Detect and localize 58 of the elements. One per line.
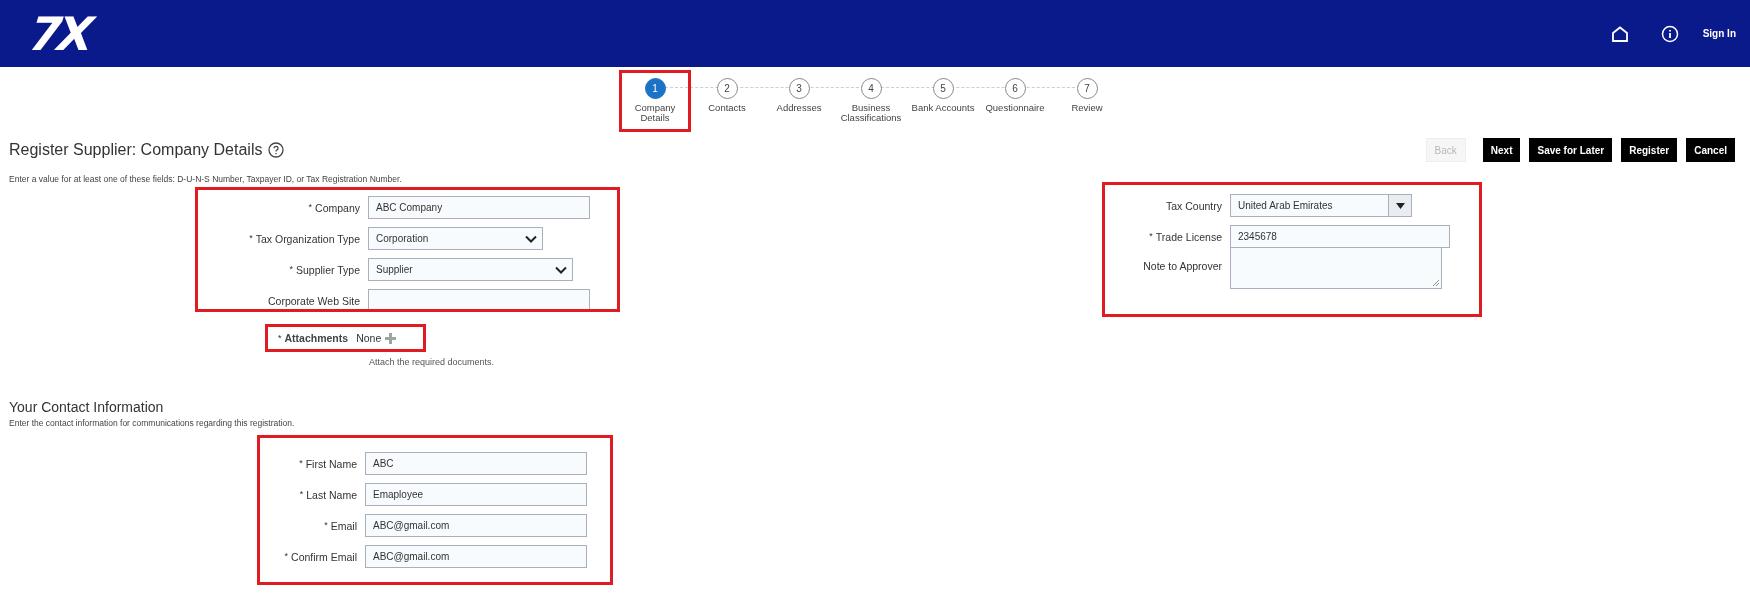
next-button[interactable]: Next [1482,138,1521,162]
field-label: Confirm Email [291,550,357,563]
section-heading: Your Contact Information [9,399,165,415]
select-field[interactable]: Corporation [368,227,543,250]
wizard-step[interactable]: 3 Addresses [763,70,835,132]
select-field[interactable]: Supplier [368,258,573,281]
required-asterisk: * [284,550,289,561]
field-label: Supplier Type [296,263,360,276]
field-label: Corporate Web Site [267,294,360,307]
text-field[interactable]: ABC [365,452,587,475]
required-asterisk: * [289,263,293,274]
field-label: Last Name [306,488,357,501]
dropdown-button[interactable] [1388,194,1412,217]
field-label: Note to Approver [1143,260,1222,272]
resize-grip-icon [1432,278,1440,287]
field-label: Tax Organization Type [255,232,360,245]
field-label: First Name [305,457,357,470]
field-label: Company [315,201,360,214]
required-asterisk: * [278,333,282,343]
field-label: Attachments [284,332,349,344]
text-field[interactable]: ABC@gmail.com [365,545,587,568]
save-button[interactable]: Save for Later [1529,138,1613,162]
register-button[interactable]: Register [1621,138,1678,162]
field-label: Trade License [1155,230,1222,243]
section-description: Enter the contact information for communications regarding this registration. [9,418,296,428]
cancel-button[interactable]: Cancel [1686,138,1735,162]
required-asterisk: * [308,201,313,212]
highlighted-step[interactable]: 1 Company Details [619,70,691,132]
wizard-step[interactable]: 2 Contacts [691,70,763,132]
text-field[interactable]: 2345678 [1230,225,1450,248]
page-title: Register Supplier: Company Details [9,141,263,159]
field-label: Email [330,519,357,532]
info-icon[interactable] [1660,24,1679,43]
required-asterisk: * [249,232,253,243]
instruction-text: Enter a value for at least one of these fields: D-U-N-S Number, Taxpayer ID, or Tax Registration Number. [9,174,403,184]
triangle-down-icon [1395,202,1405,209]
wizard-step[interactable]: 7 Review [1051,70,1123,132]
required-asterisk: * [299,488,304,499]
required-asterisk: * [324,519,328,530]
hint-text: Attach the required documents. [369,357,496,367]
required-asterisk: * [299,457,303,468]
text-field[interactable]: Emaployee [365,483,587,506]
attachments-value: None [356,332,382,344]
logo[interactable]: 7X [27,6,93,61]
text-field[interactable] [368,289,590,309]
sign-in-link[interactable]: Sign In [1702,28,1736,39]
wizard-step[interactable]: 4 Business Classifications [835,70,907,132]
chevron-down-icon [555,265,567,274]
home-icon[interactable] [1610,25,1629,42]
help-icon[interactable] [268,142,285,158]
text-field[interactable]: ABC Company [368,196,590,219]
chevron-down-icon [525,234,537,243]
wizard-step[interactable]: 6 Questionnaire [979,70,1051,132]
field-label: Tax Country [1165,199,1222,212]
required-asterisk: * [1149,230,1153,241]
wizard-step[interactable]: 5 Bank Accounts [907,70,979,132]
combo-field[interactable]: United Arab Emirates [1230,194,1388,217]
text-field[interactable]: ABC@gmail.com [365,514,587,537]
